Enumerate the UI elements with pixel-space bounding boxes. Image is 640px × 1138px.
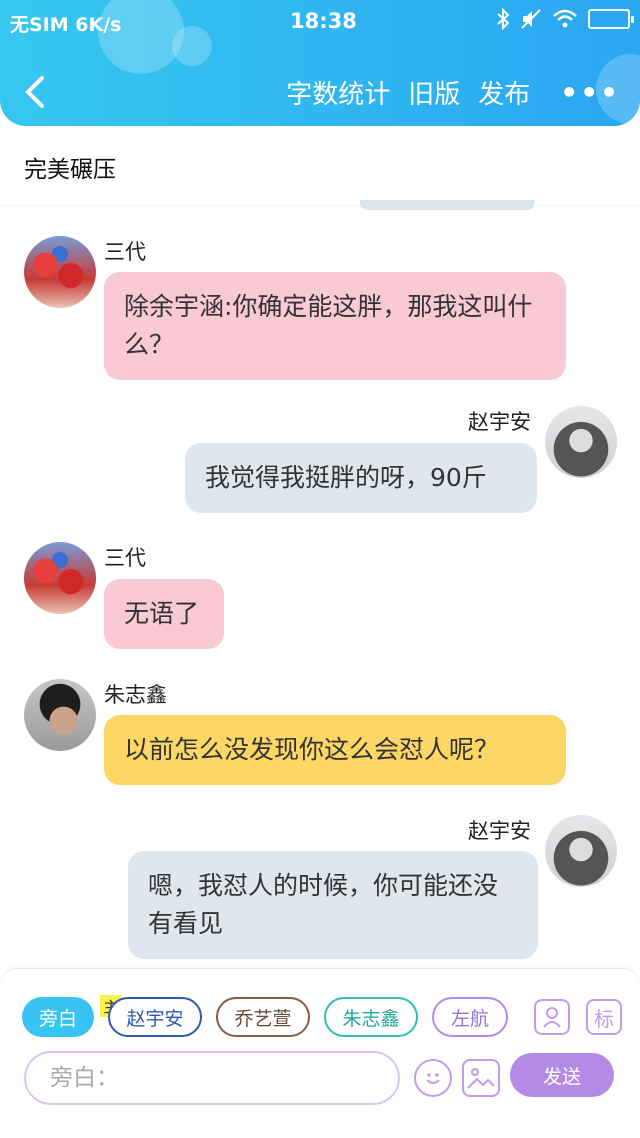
app-header: 无SIM 6K/s 18:38 字数统计 旧版 发布 •••: [0, 0, 640, 126]
sender-name: 三代: [104, 546, 146, 570]
avatar[interactable]: [545, 815, 617, 887]
sender-name: 三代: [104, 240, 146, 264]
avatar[interactable]: [24, 542, 96, 614]
message-bubble[interactable]: 以前怎么没发现你这么会怼人呢？: [104, 715, 566, 785]
message-bubble[interactable]: 我觉得我挺胖的呀，90斤: [185, 443, 537, 513]
composer-panel: 旁白 主 赵宇安 乔艺萱 朱志鑫 左航 标 发送: [0, 968, 640, 1138]
status-bar: 无SIM 6K/s 18:38: [0, 0, 640, 44]
send-button[interactable]: 发送: [510, 1053, 614, 1097]
word-count-button[interactable]: 字数统计: [286, 74, 390, 111]
publish-button[interactable]: 发布: [478, 74, 530, 111]
image-icon: [467, 1068, 495, 1089]
nav-actions: 字数统计 旧版 发布 •••: [286, 74, 620, 111]
person-icon: [543, 1007, 561, 1028]
message-bubble[interactable]: 无语了: [104, 579, 224, 649]
message-input[interactable]: [24, 1051, 400, 1105]
smile-icon: [426, 1073, 440, 1084]
emoji-icon[interactable]: [414, 1059, 452, 1097]
avatar[interactable]: [545, 406, 617, 478]
image-picker-icon[interactable]: [462, 1059, 500, 1097]
character-chip-qiao-yixuan[interactable]: 乔艺萱: [216, 997, 310, 1037]
character-chip-zuo-hang[interactable]: 左航: [432, 997, 508, 1037]
more-menu-icon[interactable]: •••: [560, 76, 620, 109]
character-chip-zhao-yuan[interactable]: 赵宇安: [108, 997, 202, 1037]
story-title: 完美碾压: [24, 157, 116, 183]
sender-name: 赵宇安: [468, 410, 531, 434]
character-manage-icon[interactable]: [534, 999, 570, 1035]
narration-chip[interactable]: 旁白: [22, 997, 94, 1037]
chevron-left-icon[interactable]: [22, 74, 48, 110]
avatar[interactable]: [24, 679, 96, 751]
old-version-button[interactable]: 旧版: [408, 74, 460, 111]
sender-name: 朱志鑫: [104, 683, 167, 707]
character-chip-zhu-zhixin[interactable]: 朱志鑫: [324, 997, 418, 1037]
message-bubble[interactable]: 除余宇涵:你确定能这胖，那我这叫什么？: [104, 272, 566, 380]
status-icons: [496, 8, 634, 30]
bluetooth-icon: [497, 8, 510, 30]
sender-name: 赵宇安: [468, 819, 531, 843]
clock: 18:38: [290, 9, 357, 33]
avatar[interactable]: [24, 236, 96, 308]
previous-message-tail: [360, 200, 535, 210]
carrier-text: 无SIM 6K/s: [10, 14, 122, 36]
tag-button[interactable]: 标: [586, 999, 622, 1035]
nav-bar: 字数统计 旧版 发布 •••: [0, 66, 640, 120]
mute-icon: [521, 9, 541, 29]
story-title-bar: 完美碾压: [0, 126, 640, 204]
message-bubble[interactable]: 嗯，我怼人的时候，你可能还没有看见: [128, 851, 538, 959]
wifi-icon: [553, 9, 577, 28]
battery-icon: [588, 9, 634, 29]
